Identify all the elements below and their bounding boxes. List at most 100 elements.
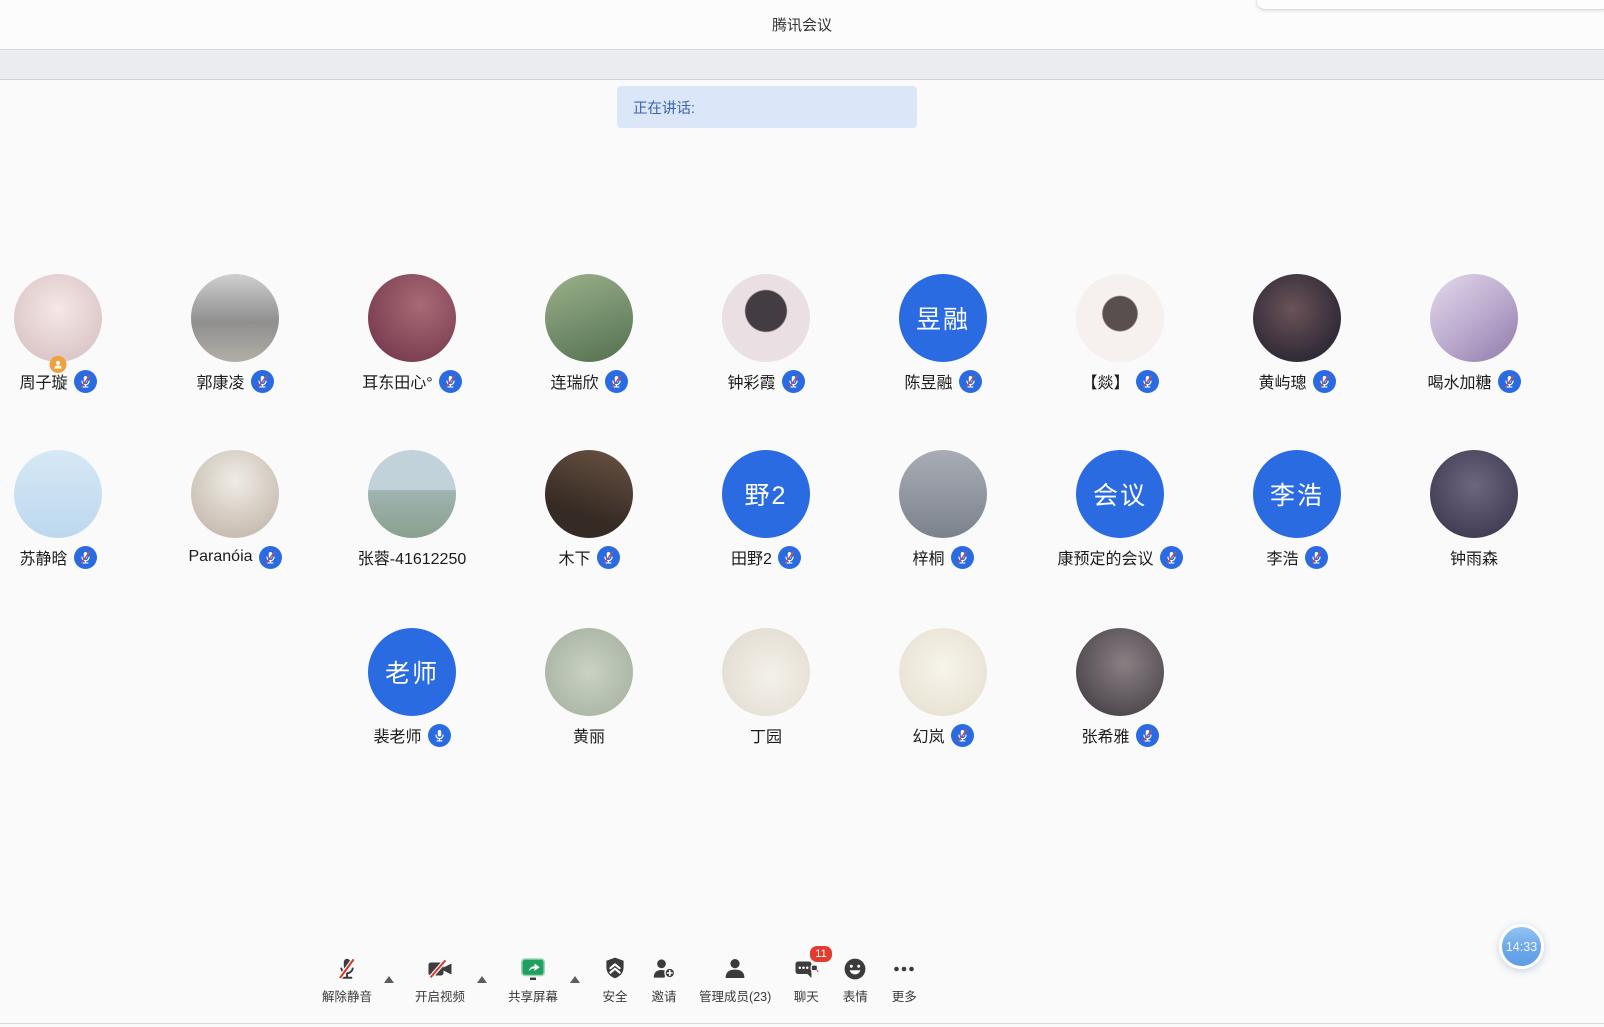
share-screen-button[interactable]: 共享屏幕 <box>508 953 558 1005</box>
mic-muted-icon <box>597 546 620 569</box>
more-button[interactable]: 更多 <box>890 953 918 1005</box>
participant-tile[interactable]: 张蓉-41612250 <box>324 450 501 569</box>
participant-tile[interactable]: 耳东田心° <box>324 274 501 393</box>
participant-name: 郭康凌 <box>196 369 244 393</box>
participant-name-row: 苏静晗 <box>19 545 96 569</box>
screen-share-icon <box>519 953 547 983</box>
participant-name-row: 田野2 <box>731 545 801 569</box>
participant-name-row: 喝水加糖 <box>1427 369 1520 393</box>
participant-avatar <box>368 274 456 362</box>
participant-tile[interactable]: 苏静晗 <box>0 450 147 569</box>
mic-muted-icon <box>951 724 974 747</box>
participant-avatar <box>14 274 102 362</box>
participant-name-row: 钟彩霞 <box>727 369 804 393</box>
mic-muted-icon <box>1498 370 1521 393</box>
manage-members-button[interactable]: 管理成员(23) <box>699 953 771 1005</box>
chat-unread-badge: 11 <box>808 944 833 964</box>
participant-tile[interactable]: 丁园 <box>678 628 855 747</box>
participant-avatar <box>14 450 102 538</box>
participant-tile[interactable]: 老师 裴老师 <box>324 628 501 747</box>
chat-button[interactable]: 11 聊天 <box>792 953 820 1005</box>
participant-tile[interactable]: Paranóia <box>147 450 324 569</box>
participant-tile[interactable]: 郭康凌 <box>147 274 324 393</box>
manage-members-label: 管理成员(23) <box>699 986 771 1005</box>
avatar-initials: 老师 <box>385 654 439 690</box>
security-button[interactable]: 安全 <box>601 953 629 1005</box>
participant-name-row: 陈昱融 <box>904 369 981 393</box>
share-screen-label: 共享屏幕 <box>508 986 558 1005</box>
participant-avatar: 昱融 <box>899 274 987 362</box>
participant-name: 连瑞欣 <box>550 369 598 393</box>
participant-tile[interactable]: 周子璇 <box>0 274 147 393</box>
floating-panel-edge <box>1256 0 1604 10</box>
participant-name: 裴老师 <box>373 723 421 747</box>
participant-tile[interactable]: 连瑞欣 <box>501 274 678 393</box>
participant-tile[interactable]: 梓桐 <box>855 450 1032 569</box>
participant-name: 喝水加糖 <box>1427 369 1491 393</box>
unmute-button[interactable]: 解除静音 <box>322 953 372 1005</box>
participant-tile[interactable]: 钟雨森 <box>1386 450 1563 569</box>
mic-muted-icon <box>1305 546 1328 569</box>
chat-icon: 11 <box>792 953 820 983</box>
mic-muted-icon <box>251 370 274 393</box>
participant-tile[interactable]: 昱融 陈昱融 <box>855 274 1032 393</box>
participant-name: 钟彩霞 <box>727 369 775 393</box>
participant-avatar <box>1430 450 1518 538</box>
participant-name-row: 黄丽 <box>573 723 605 747</box>
mic-options-arrow[interactable] <box>384 976 394 983</box>
participant-name: 木下 <box>558 545 590 569</box>
participant-name: 张希雅 <box>1081 723 1129 747</box>
host-badge <box>50 356 67 373</box>
participant-tile[interactable]: 木下 <box>501 450 678 569</box>
participant-tile[interactable]: 喝水加糖 <box>1386 274 1563 393</box>
start-video-button[interactable]: 开启视频 <box>415 953 465 1005</box>
participant-avatar: 野2 <box>722 450 810 538</box>
participant-tile[interactable]: 会议 康预定的会议 <box>1032 450 1209 569</box>
participant-avatar <box>899 628 987 716</box>
ellipsis-icon <box>890 953 918 983</box>
mic-muted-icon <box>1136 370 1159 393</box>
share-options-arrow[interactable] <box>570 976 580 983</box>
mic-muted-icon <box>259 546 282 569</box>
participant-name-row: 耳东田心° <box>362 369 461 393</box>
participant-name-row: 张蓉-41612250 <box>358 545 467 569</box>
participant-tile[interactable]: 幻岚 <box>855 628 1032 747</box>
participant-tile[interactable]: 【燚】 <box>1032 274 1209 393</box>
mic-muted-icon <box>74 546 97 569</box>
participant-name: 梓桐 <box>912 545 944 569</box>
meeting-timer[interactable]: 14:33 <box>1499 924 1544 969</box>
mic-muted-icon <box>959 370 982 393</box>
participant-name-row: 丁园 <box>750 723 782 747</box>
members-icon <box>721 953 749 983</box>
participant-avatar <box>722 628 810 716</box>
share-group: 共享屏幕 <box>508 953 580 1005</box>
meeting-timer-value: 14:33 <box>1506 940 1537 954</box>
person-icon <box>53 359 64 370</box>
avatar-initials: 会议 <box>1093 476 1147 512</box>
participant-name-row: 康预定的会议 <box>1057 545 1182 569</box>
mic-muted-icon <box>74 370 97 393</box>
participant-name: 田野2 <box>731 545 772 569</box>
unmute-label: 解除静音 <box>322 986 372 1005</box>
participant-tile[interactable]: 黄丽 <box>501 628 678 747</box>
participant-tile[interactable]: 张希雅 <box>1032 628 1209 747</box>
participant-name-row: 裴老师 <box>373 723 450 747</box>
mic-muted-icon <box>605 370 628 393</box>
participant-name-row: 李浩 <box>1266 545 1327 569</box>
participant-tile[interactable]: 野2 田野2 <box>678 450 855 569</box>
participant-tile[interactable]: 黄屿璁 <box>1209 274 1386 393</box>
smiley-icon <box>841 953 869 983</box>
video-options-arrow[interactable] <box>477 976 487 983</box>
participant-name-row: 张希雅 <box>1081 723 1158 747</box>
participant-tile[interactable]: 李浩 李浩 <box>1209 450 1386 569</box>
participant-tile[interactable]: 钟彩霞 <box>678 274 855 393</box>
participant-avatar <box>545 274 633 362</box>
participant-name: 康预定的会议 <box>1057 545 1153 569</box>
invite-button[interactable]: 邀请 <box>650 953 678 1005</box>
emoji-button[interactable]: 表情 <box>841 953 869 1005</box>
mic-muted-icon <box>1313 370 1336 393</box>
participant-name-row: 【燚】 <box>1081 369 1158 393</box>
bottom-toolbar: 解除静音 开启视频 <box>322 953 918 1005</box>
participant-avatar: 会议 <box>1076 450 1164 538</box>
avatar-initials: 李浩 <box>1270 476 1324 512</box>
